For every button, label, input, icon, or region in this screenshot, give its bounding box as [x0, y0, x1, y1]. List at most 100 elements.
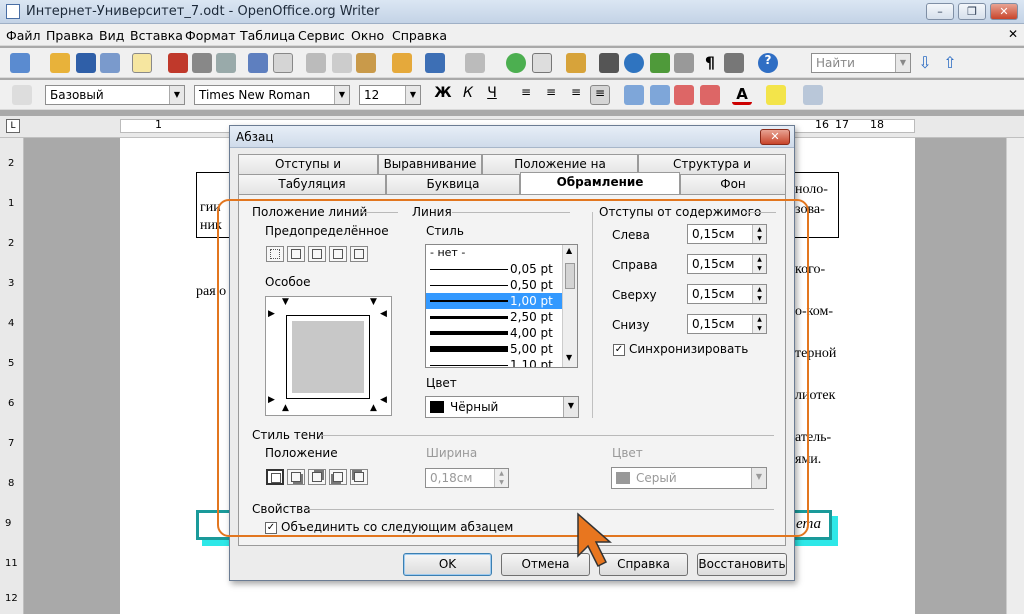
edit-mode-icon[interactable]: [132, 53, 152, 73]
tab-drop-caps[interactable]: Буквица: [386, 174, 520, 194]
tab-type-icon[interactable]: L: [6, 119, 20, 133]
save-icon[interactable]: [76, 53, 96, 73]
menu-view[interactable]: Вид: [99, 28, 124, 43]
menu-file[interactable]: Файл: [6, 28, 41, 43]
menu-edit[interactable]: Правка: [46, 28, 94, 43]
vruler-tick: 8: [8, 478, 15, 489]
vruler-tick: 4: [8, 318, 15, 329]
navigator-icon[interactable]: [624, 53, 644, 73]
zoom-icon[interactable]: [724, 53, 744, 73]
align-right-icon[interactable]: ≡: [566, 85, 586, 105]
title-bar: Интернет-Университет_7.odt - OpenOffice.…: [0, 0, 1024, 24]
ruler-tick: 1: [155, 118, 162, 131]
align-left-icon[interactable]: ≡: [516, 85, 536, 105]
close-document-icon[interactable]: ✕: [1008, 27, 1018, 41]
hyperlink-icon[interactable]: [506, 53, 526, 73]
find-placeholder: Найти: [816, 56, 855, 70]
format-paintbrush-icon[interactable]: [392, 53, 412, 73]
menu-help[interactable]: Справка: [392, 28, 447, 43]
data-sources-icon[interactable]: [674, 53, 694, 73]
font-size-value: 12: [364, 88, 380, 102]
dialog-close-button[interactable]: ✕: [760, 129, 790, 145]
font-name-value: Times New Roman: [199, 88, 311, 102]
paragraph-style-value: Базовый: [50, 88, 104, 102]
menu-format[interactable]: Формат: [185, 28, 236, 43]
highlight-icon[interactable]: [766, 85, 786, 105]
vruler-tick: 5: [8, 358, 15, 369]
window-title: Интернет-Университет_7.odt - OpenOffice.…: [26, 4, 380, 19]
minimize-button[interactable]: –: [926, 3, 954, 20]
font-name-select[interactable]: Times New Roman ▼: [194, 85, 350, 105]
bullets-icon[interactable]: [650, 85, 670, 105]
dialog-title: Абзац: [236, 130, 274, 144]
ruler-tick: 16: [815, 118, 829, 131]
dialog-title-bar[interactable]: Абзац ✕: [230, 126, 794, 148]
vruler-tick: 2: [8, 238, 15, 249]
italic-button[interactable]: К: [458, 85, 478, 105]
vruler-tick: 11: [5, 558, 18, 569]
find-replace-icon[interactable]: [599, 53, 619, 73]
menu-tools[interactable]: Сервис: [298, 28, 345, 43]
underline-button[interactable]: Ч: [482, 85, 502, 105]
paragraph-style-select[interactable]: Базовый ▼: [45, 85, 185, 105]
autospellcheck-icon[interactable]: [273, 53, 293, 73]
redo-icon[interactable]: [465, 53, 485, 73]
copy-icon[interactable]: [332, 53, 352, 73]
tab-alignment[interactable]: Выравнивание: [378, 154, 482, 174]
ok-button[interactable]: OK: [403, 553, 492, 576]
gallery-icon[interactable]: [650, 53, 670, 73]
tab-outline-numbering[interactable]: Структура и нумерация: [638, 154, 786, 189]
tab-text-flow[interactable]: Положение на странице: [482, 154, 638, 189]
find-dropdown-icon[interactable]: ▼: [895, 54, 910, 72]
tab-indents-spacing[interactable]: Отступы и интервалы: [238, 154, 378, 189]
doc-text: ноло-: [795, 182, 828, 197]
undo-icon[interactable]: [425, 53, 445, 73]
spellcheck-icon[interactable]: [248, 53, 268, 73]
nonprinting-chars-icon[interactable]: ¶: [700, 53, 720, 73]
export-pdf-icon[interactable]: [168, 53, 188, 73]
vertical-scrollbar[interactable]: [1006, 138, 1024, 614]
increase-indent-icon[interactable]: [700, 85, 720, 105]
help-icon[interactable]: ?: [758, 53, 778, 73]
cut-icon[interactable]: [306, 53, 326, 73]
paste-icon[interactable]: [356, 53, 376, 73]
formatting-toolbar: Базовый ▼ Times New Roman ▼ 12 ▼ Ж К Ч ≡ ≡ …: [0, 80, 1024, 110]
size-dropdown-icon[interactable]: ▼: [405, 86, 420, 104]
font-size-select[interactable]: 12 ▼: [359, 85, 421, 105]
writer-app-icon: [6, 4, 20, 19]
ruler-tick: 17: [835, 118, 849, 131]
font-color-icon[interactable]: A: [732, 85, 752, 105]
find-previous-icon[interactable]: ⇧: [940, 53, 960, 73]
tab-borders[interactable]: Обрамление: [520, 172, 680, 194]
close-window-button[interactable]: ✕: [990, 3, 1018, 20]
bold-button[interactable]: Ж: [433, 85, 453, 105]
find-next-icon[interactable]: ⇩: [915, 53, 935, 73]
vruler-tick: 7: [8, 438, 15, 449]
vruler-tick: 12: [5, 593, 18, 604]
menu-table[interactable]: Таблица: [240, 28, 295, 43]
restore-button[interactable]: ❐: [958, 3, 986, 20]
menu-window[interactable]: Окно: [351, 28, 384, 43]
vruler-tick: 1: [8, 198, 15, 209]
decrease-indent-icon[interactable]: [674, 85, 694, 105]
print-icon[interactable]: [192, 53, 212, 73]
vruler-tick: 3: [8, 278, 15, 289]
find-input[interactable]: Найти ▼: [811, 53, 911, 73]
tab-background[interactable]: Фон: [680, 174, 786, 194]
font-dropdown-icon[interactable]: ▼: [334, 86, 349, 104]
justify-icon[interactable]: ≡: [590, 85, 610, 105]
table-icon[interactable]: [532, 53, 552, 73]
numbering-icon[interactable]: [624, 85, 644, 105]
new-document-icon[interactable]: [10, 53, 30, 73]
style-dropdown-icon[interactable]: ▼: [169, 86, 184, 104]
email-icon[interactable]: [100, 53, 120, 73]
print-preview-icon[interactable]: [216, 53, 236, 73]
show-draw-functions-icon[interactable]: [566, 53, 586, 73]
styles-formatting-icon[interactable]: [12, 85, 32, 105]
background-color-icon[interactable]: [803, 85, 823, 105]
align-center-icon[interactable]: ≡: [541, 85, 561, 105]
reset-button[interactable]: Восстановить: [697, 553, 787, 576]
menu-insert[interactable]: Вставка: [130, 28, 183, 43]
open-icon[interactable]: [50, 53, 70, 73]
tab-tabs[interactable]: Табуляция: [238, 174, 386, 194]
